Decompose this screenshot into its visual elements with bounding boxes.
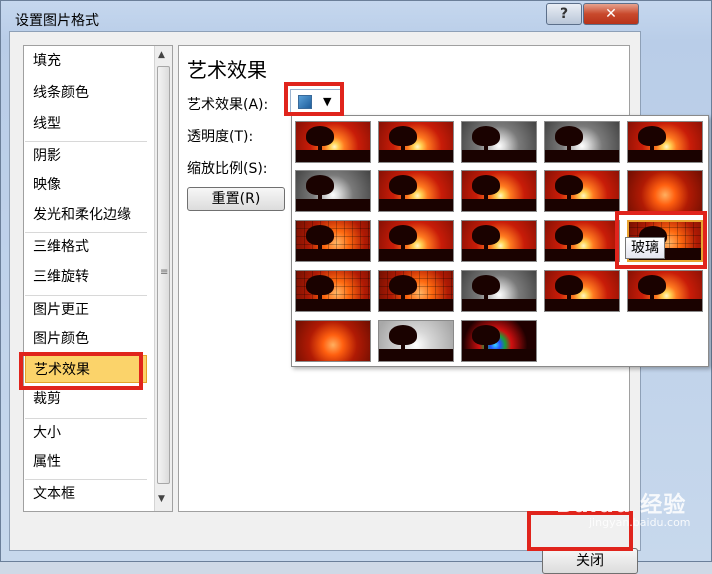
- nav-item-shadow[interactable]: 阴影: [25, 141, 147, 169]
- nav-item-3d-rotation[interactable]: 三维旋转: [25, 263, 147, 291]
- category-scrollbar[interactable]: ▲ ≡ ▼: [154, 46, 172, 511]
- effect-pastels-smooth[interactable]: [544, 270, 620, 312]
- effect-pencil-grayscale[interactable]: [461, 121, 537, 163]
- baidu-watermark-url: jingyan.baidu.com: [589, 516, 691, 529]
- transparency-label: 透明度(T):: [187, 129, 254, 145]
- nav-item-picture-color[interactable]: 图片颜色: [25, 325, 147, 353]
- effect-cutout[interactable]: [295, 320, 371, 362]
- effect-photocopy[interactable]: [378, 320, 454, 362]
- artistic-effect-label: 艺术效果(A):: [187, 97, 269, 113]
- nav-item-size[interactable]: 大小: [25, 418, 147, 446]
- nav-item-picture-corrections[interactable]: 图片更正: [25, 295, 147, 323]
- dialog-title: 设置图片格式: [15, 13, 99, 29]
- effect-mosaic-bubbles[interactable]: [295, 220, 371, 262]
- nav-item-line-style[interactable]: 线型: [25, 110, 147, 138]
- format-picture-dialog: 设置图片格式 ? ✕ 填充 线条颜色 线型 阴影 映像 发光和柔化边缘 三维格式…: [0, 0, 712, 574]
- scroll-thumb[interactable]: ≡: [157, 66, 170, 484]
- effect-light-screen[interactable]: [378, 220, 454, 262]
- nav-item-properties[interactable]: 属性: [25, 448, 147, 476]
- help-button[interactable]: ?: [546, 3, 582, 25]
- highlight-glass-effect: [615, 211, 707, 269]
- nav-item-fill[interactable]: 填充: [25, 47, 147, 75]
- effect-film-grain[interactable]: [544, 220, 620, 262]
- baidu-watermark: Baidu 经验: [556, 493, 687, 518]
- effect-line-drawing[interactable]: [627, 121, 703, 163]
- effect-glow-edges[interactable]: [461, 320, 537, 362]
- nav-item-glow-soft-edges[interactable]: 发光和柔化边缘: [25, 201, 147, 229]
- scroll-grip-icon: ≡: [160, 267, 169, 278]
- effect-glow-diffused[interactable]: [544, 170, 620, 212]
- effect-blur[interactable]: [627, 170, 703, 212]
- category-list: 填充 线条颜色 线型 阴影 映像 发光和柔化边缘 三维格式 三维旋转 图片更正 …: [23, 45, 173, 512]
- highlight-artistic-effects-nav: [19, 352, 143, 390]
- effect-marker[interactable]: [378, 121, 454, 163]
- effect-texturizer[interactable]: [378, 270, 454, 312]
- effect-paint-brush[interactable]: [461, 170, 537, 212]
- nav-item-line-color[interactable]: 线条颜色: [25, 79, 147, 107]
- effect-none[interactable]: [295, 121, 371, 163]
- scroll-up-icon[interactable]: ▲: [158, 50, 165, 60]
- nav-item-3d-format[interactable]: 三维格式: [25, 232, 147, 260]
- effect-paint-strokes[interactable]: [378, 170, 454, 212]
- effect-pencil-sketch[interactable]: [544, 121, 620, 163]
- effect-cement[interactable]: [295, 270, 371, 312]
- effect-watercolor-sponge[interactable]: [461, 220, 537, 262]
- effect-crisscross-etching[interactable]: [461, 270, 537, 312]
- effect-plastic-wrap[interactable]: [627, 270, 703, 312]
- nav-item-reflection[interactable]: 映像: [25, 171, 147, 199]
- nav-item-text-box[interactable]: 文本框: [25, 479, 147, 507]
- reset-button[interactable]: 重置(R): [187, 187, 285, 211]
- effect-chalk-sketch[interactable]: [295, 170, 371, 212]
- scroll-down-icon[interactable]: ▼: [158, 494, 165, 504]
- close-button[interactable]: 关闭: [542, 548, 638, 574]
- section-title: 艺术效果: [187, 58, 267, 82]
- highlight-effect-dropdown: [284, 82, 344, 116]
- title-close-button[interactable]: ✕: [583, 3, 639, 25]
- scale-label: 缩放比例(S):: [187, 161, 268, 177]
